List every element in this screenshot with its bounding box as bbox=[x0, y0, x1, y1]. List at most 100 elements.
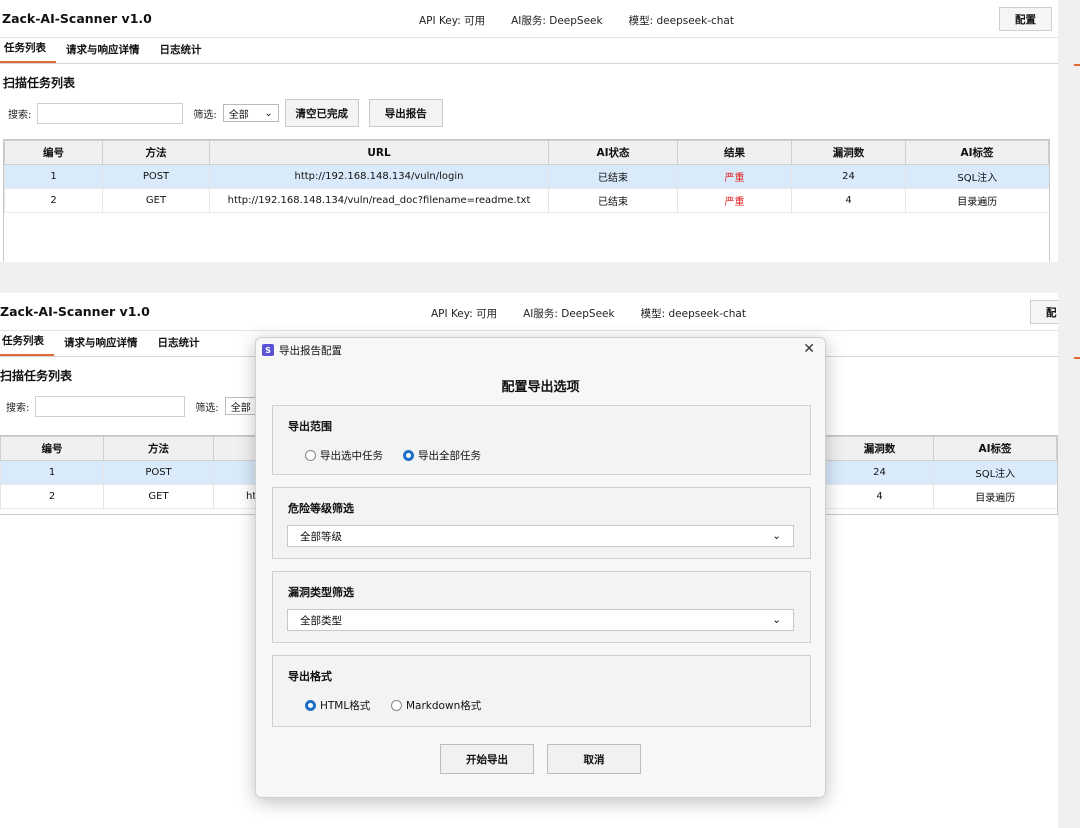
dialog-title-bar: S 导出报告配置 bbox=[256, 338, 825, 362]
header-url[interactable]: URL bbox=[209, 140, 549, 165]
risk-level-select[interactable]: 全部等级 ⌄ bbox=[287, 525, 794, 547]
tab-task-list[interactable]: 任务列表 bbox=[0, 333, 54, 356]
export-report-button[interactable]: 导出报告 bbox=[368, 99, 443, 127]
ai-service-status: AI服务: DeepSeek bbox=[523, 308, 615, 320]
filter-select[interactable]: 全部 ⌄ bbox=[222, 104, 279, 122]
radio-export-all[interactable]: 导出全部任务 bbox=[403, 448, 481, 463]
header-ai-tag[interactable]: AI标签 bbox=[933, 436, 1057, 461]
export-format-group: 导出格式 HTML格式 Markdown格式 bbox=[272, 655, 811, 727]
chevron-down-icon: ⌄ bbox=[772, 614, 781, 626]
status-info: API Key: 可用 AI服务: DeepSeek 模型: deepseek-… bbox=[431, 306, 746, 321]
header-ai-status[interactable]: AI状态 bbox=[548, 140, 678, 165]
app-logo-icon: S bbox=[262, 344, 274, 356]
status-info: API Key: 可用 AI服务: DeepSeek 模型: deepseek-… bbox=[419, 13, 734, 28]
header-vuln-count[interactable]: 漏洞数 bbox=[825, 436, 934, 461]
search-label: 搜索: bbox=[6, 402, 30, 414]
search-input[interactable] bbox=[37, 102, 184, 124]
config-button[interactable]: 配置 bbox=[999, 7, 1052, 31]
export-dialog: S 导出报告配置 ✕ 配置导出选项 导出范围 导出选中任务 导出全部任务 危险等… bbox=[255, 337, 826, 798]
search-input[interactable] bbox=[35, 395, 186, 417]
cell-url: http://192.168.148.134/vuln/read_doc?fil… bbox=[209, 188, 549, 213]
export-format-title: 导出格式 bbox=[288, 670, 332, 683]
cell-result: 严重 bbox=[677, 164, 792, 189]
cell-ai-status: 已结束 bbox=[548, 188, 678, 213]
cell-method: GET bbox=[103, 484, 214, 509]
cell-vuln-count: 24 bbox=[825, 460, 934, 485]
tab-log-stats[interactable]: 日志统计 bbox=[150, 42, 212, 63]
header-result[interactable]: 结果 bbox=[677, 140, 792, 165]
table-row[interactable]: 2 GET http://192.168.148.134/vuln/read_d… bbox=[4, 188, 1049, 213]
cell-ai-tag: 目录遍历 bbox=[933, 484, 1057, 509]
export-scope-group: 导出范围 导出选中任务 导出全部任务 bbox=[272, 405, 811, 475]
dialog-heading: 配置导出选项 bbox=[501, 380, 580, 395]
tab-request-response[interactable]: 请求与响应详情 bbox=[56, 42, 150, 63]
cell-url: http://192.168.148.134/vuln/login bbox=[209, 164, 549, 189]
radio-on-icon bbox=[403, 450, 414, 461]
radio-markdown-format[interactable]: Markdown格式 bbox=[391, 698, 481, 713]
chevron-down-icon: ⌄ bbox=[772, 530, 781, 542]
section-title: 扫描任务列表 bbox=[3, 76, 76, 90]
radio-label: HTML格式 bbox=[320, 700, 371, 712]
model-status: 模型: deepseek-chat bbox=[640, 308, 746, 320]
app-title: Zack-AI-Scanner v1.0 bbox=[0, 304, 150, 319]
cell-id: 1 bbox=[4, 164, 103, 189]
header-vuln-count[interactable]: 漏洞数 bbox=[791, 140, 906, 165]
table-row[interactable]: 1 POST http://192.168.148.134/vuln/login… bbox=[4, 164, 1049, 189]
start-export-button[interactable]: 开始导出 bbox=[440, 744, 534, 774]
filter-row: 搜索: 筛选: 全部 ⌄ 清空已完成 导出报告 bbox=[0, 96, 1058, 130]
vuln-type-value: 全部类型 bbox=[300, 614, 342, 627]
task-table: 编号 方法 URL AI状态 结果 漏洞数 AI标签 1 POST http:/… bbox=[3, 139, 1050, 262]
header-id[interactable]: 编号 bbox=[0, 436, 104, 461]
cancel-button[interactable]: 取消 bbox=[547, 744, 641, 774]
risk-level-value: 全部等级 bbox=[300, 530, 342, 543]
radio-label: 导出选中任务 bbox=[320, 450, 383, 462]
api-key-status: API Key: 可用 bbox=[419, 15, 486, 27]
tab-log-stats[interactable]: 日志统计 bbox=[148, 335, 210, 356]
app-title: Zack-AI-Scanner v1.0 bbox=[2, 11, 152, 26]
tab-request-response[interactable]: 请求与响应详情 bbox=[54, 335, 148, 356]
cell-vuln-count: 4 bbox=[825, 484, 934, 509]
vuln-type-group: 漏洞类型筛选 全部类型 ⌄ bbox=[272, 571, 811, 643]
tab-bar: 任务列表 请求与响应详情 日志统计 bbox=[0, 38, 1058, 64]
title-bar: Zack-AI-Scanner v1.0 API Key: 可用 AI服务: D… bbox=[0, 293, 1058, 331]
cell-method: GET bbox=[102, 188, 210, 213]
main-window-top: Zack-AI-Scanner v1.0 API Key: 可用 AI服务: D… bbox=[0, 0, 1058, 262]
radio-export-selected[interactable]: 导出选中任务 bbox=[305, 448, 383, 463]
cell-ai-tag: 目录遍历 bbox=[905, 188, 1049, 213]
chevron-down-icon: ⌄ bbox=[264, 107, 273, 119]
edge-mark bbox=[1074, 64, 1080, 66]
header-method[interactable]: 方法 bbox=[103, 436, 214, 461]
risk-level-group: 危险等级筛选 全部等级 ⌄ bbox=[272, 487, 811, 559]
radio-label: 导出全部任务 bbox=[418, 450, 481, 462]
cell-ai-tag: SQL注入 bbox=[933, 460, 1057, 485]
cell-vuln-count: 4 bbox=[791, 188, 906, 213]
api-key-status: API Key: 可用 bbox=[431, 308, 498, 320]
radio-label: Markdown格式 bbox=[406, 700, 482, 712]
header-method[interactable]: 方法 bbox=[102, 140, 210, 165]
cell-id: 2 bbox=[4, 188, 103, 213]
tab-task-list[interactable]: 任务列表 bbox=[0, 40, 56, 63]
filter-value: 全部 bbox=[230, 402, 251, 414]
radio-on-icon bbox=[305, 700, 316, 711]
cell-result: 严重 bbox=[677, 188, 792, 213]
export-scope-title: 导出范围 bbox=[288, 420, 332, 433]
vuln-type-select[interactable]: 全部类型 ⌄ bbox=[287, 609, 794, 631]
config-button[interactable]: 配 bbox=[1030, 300, 1058, 324]
dialog-window-title: 导出报告配置 bbox=[279, 344, 342, 357]
close-icon[interactable]: ✕ bbox=[803, 341, 815, 357]
cell-method: POST bbox=[102, 164, 210, 189]
cell-method: POST bbox=[103, 460, 214, 485]
clear-completed-button[interactable]: 清空已完成 bbox=[284, 99, 359, 127]
model-status: 模型: deepseek-chat bbox=[628, 15, 734, 27]
vuln-type-title: 漏洞类型筛选 bbox=[288, 586, 354, 599]
edge-mark bbox=[1074, 357, 1080, 359]
table-header-row: 编号 方法 URL AI状态 结果 漏洞数 AI标签 bbox=[4, 140, 1049, 165]
cell-vuln-count: 24 bbox=[791, 164, 906, 189]
cell-id: 2 bbox=[0, 484, 104, 509]
radio-html-format[interactable]: HTML格式 bbox=[305, 698, 370, 713]
header-ai-tag[interactable]: AI标签 bbox=[905, 140, 1049, 165]
ai-service-status: AI服务: DeepSeek bbox=[511, 15, 603, 27]
cell-id: 1 bbox=[0, 460, 104, 485]
header-id[interactable]: 编号 bbox=[4, 140, 103, 165]
filter-label: 筛选: bbox=[195, 402, 219, 414]
